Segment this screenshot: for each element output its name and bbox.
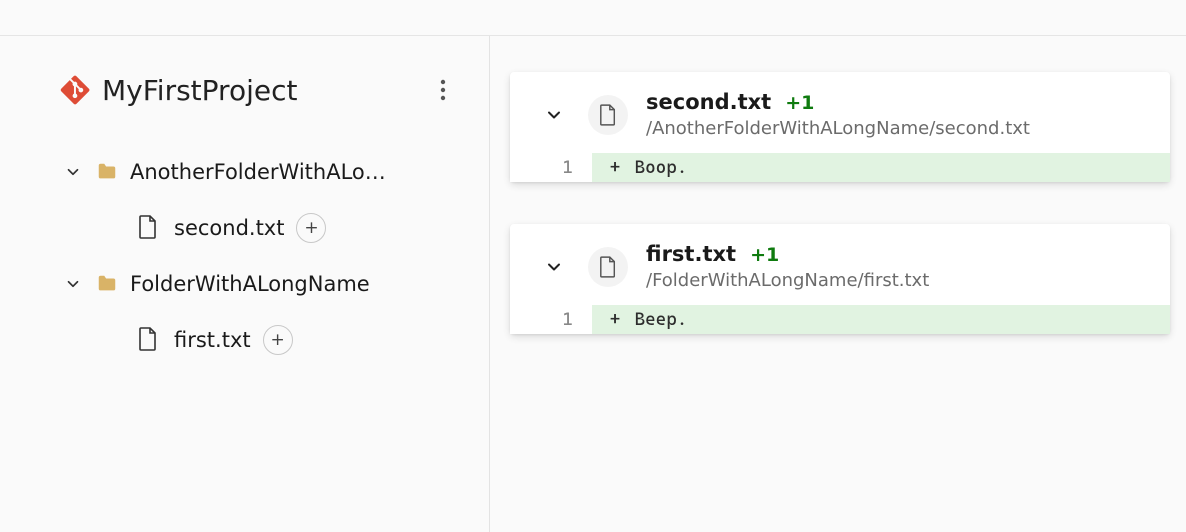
- chevron-down-icon: [544, 257, 564, 277]
- more-button[interactable]: [423, 70, 463, 110]
- add-button[interactable]: +: [296, 213, 326, 243]
- folder-icon: [96, 273, 118, 295]
- more-vertical-icon: [440, 79, 446, 101]
- tree-file[interactable]: first.txt +: [60, 312, 463, 368]
- diff-path: /AnotherFolderWithALongName/second.txt: [646, 118, 1030, 139]
- file-icon: [588, 247, 628, 287]
- diff-card: first.txt +1 /FolderWithALongName/first.…: [510, 224, 1170, 334]
- collapse-toggle[interactable]: [540, 101, 568, 129]
- chevron-down-icon: [60, 159, 86, 185]
- file-icon: [588, 95, 628, 135]
- diff-sign: +: [606, 309, 624, 330]
- diff-delta: +1: [750, 244, 779, 266]
- line-number: 1: [510, 305, 592, 334]
- tree-folder[interactable]: FolderWithALongName: [60, 256, 463, 312]
- diff-line-added: 1 + Boop.: [510, 153, 1170, 182]
- diff-sign: +: [606, 157, 624, 178]
- tree-folder[interactable]: AnotherFolderWithALo…: [60, 144, 463, 200]
- chevron-down-icon: [544, 105, 564, 125]
- collapse-toggle[interactable]: [540, 253, 568, 281]
- diff-text: Boop.: [635, 157, 688, 178]
- line-number: 1: [510, 153, 592, 182]
- project-title: MyFirstProject: [102, 74, 423, 107]
- project-header: MyFirstProject: [60, 70, 463, 110]
- diff-panel: second.txt +1 /AnotherFolderWithALongNam…: [490, 36, 1186, 532]
- diff-path: /FolderWithALongName/first.txt: [646, 270, 929, 291]
- chevron-down-icon: [60, 271, 86, 297]
- tree-file-label: second.txt: [174, 216, 284, 240]
- file-icon: [138, 327, 160, 353]
- diff-delta: +1: [785, 92, 814, 114]
- tree-folder-label: AnotherFolderWithALo…: [130, 160, 386, 184]
- diff-text: Beep.: [635, 309, 688, 330]
- file-tree: AnotherFolderWithALo… second.txt + Folde…: [60, 144, 463, 368]
- diff-filename: second.txt: [646, 90, 771, 114]
- diff-card: second.txt +1 /AnotherFolderWithALongNam…: [510, 72, 1170, 182]
- git-icon: [60, 75, 90, 105]
- sidebar: MyFirstProject AnotherFolderWithALo… sec…: [0, 36, 490, 532]
- diff-line-added: 1 + Beep.: [510, 305, 1170, 334]
- add-button[interactable]: +: [263, 325, 293, 355]
- tree-file-label: first.txt: [174, 328, 251, 352]
- topbar: [0, 0, 1186, 36]
- folder-icon: [96, 161, 118, 183]
- diff-filename: first.txt: [646, 242, 736, 266]
- tree-folder-label: FolderWithALongName: [130, 272, 370, 296]
- tree-file[interactable]: second.txt +: [60, 200, 463, 256]
- file-icon: [138, 215, 160, 241]
